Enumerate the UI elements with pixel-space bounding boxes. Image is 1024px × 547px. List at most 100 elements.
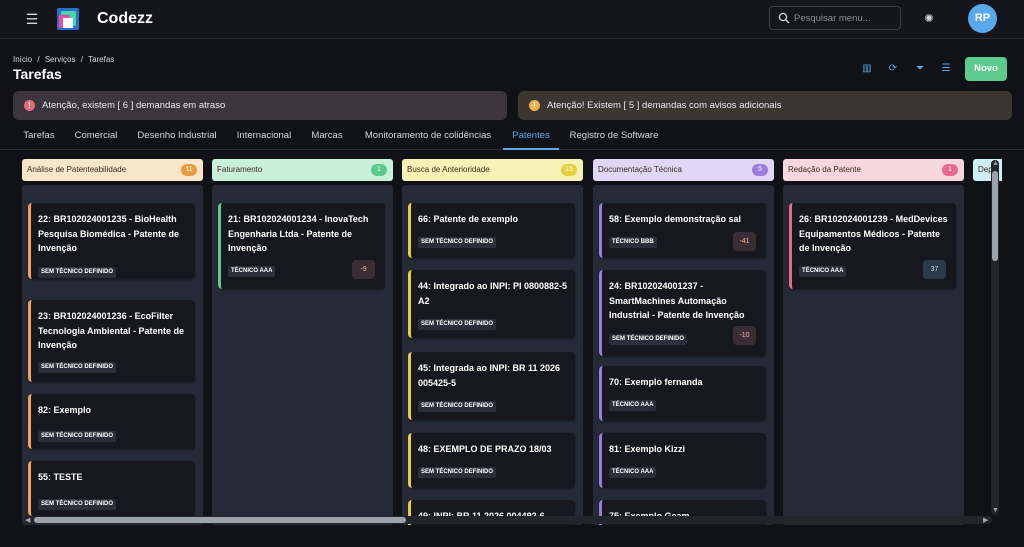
book-view-icon[interactable]: ▥: [860, 62, 874, 76]
task-card[interactable]: 22: BR102024001235 - BioHealth Pesquisa …: [28, 203, 195, 279]
codezz-logo-icon: [57, 8, 79, 30]
column-title: Documentação Técnica: [598, 165, 682, 174]
breadcrumb-item: Tarefas: [88, 55, 115, 64]
column-count-badge: 15: [561, 164, 577, 176]
technician-tag: TÉCNICO AAA: [609, 467, 657, 478]
task-card[interactable]: 58: Exemplo demonstração sal TÉCNICO BBB -…: [599, 203, 766, 258]
kanban-column: Busca de Anterioridade 15 66: Patente de e…: [402, 157, 583, 525]
alert-text: Atenção! Existem [ 5 ] demandas com avis…: [547, 100, 782, 111]
filter-icon[interactable]: ⏷: [913, 62, 927, 76]
technician-tag: SEM TÉCNICO DEFINIDO: [418, 237, 497, 248]
tab-patentes[interactable]: Patentes: [503, 126, 559, 150]
column-header[interactable]: Redação da Patente 1: [783, 159, 964, 181]
task-card-title: 21: BR102024001234 - InovaTech Engenhari…: [228, 214, 369, 253]
column-body: 22: BR102024001235 - BioHealth Pesquisa …: [22, 185, 203, 525]
search-box[interactable]: [769, 6, 901, 30]
alert-circle-icon: !: [24, 100, 35, 111]
task-card-title: 22: BR102024001235 - BioHealth Pesquisa …: [38, 214, 180, 253]
breadcrumb-item[interactable]: Início: [13, 55, 32, 64]
scroll-right-arrow-icon[interactable]: ▶: [983, 517, 988, 525]
tab-comercial[interactable]: Comercial: [65, 126, 127, 150]
task-card[interactable]: 48: EXEMPLO DE PRAZO 18/03 SEM TÉCNICO DE…: [408, 433, 575, 488]
task-card[interactable]: 70: Exemplo fernanda TÉCNICO AAA: [599, 366, 766, 421]
days-remaining-badge: -41: [733, 232, 756, 251]
kanban-column: Faturamento 1 21: BR102024001234 - InovaTe…: [212, 157, 393, 525]
tab-internacional[interactable]: Internacional: [227, 126, 301, 150]
days-remaining-badge: -9: [352, 260, 375, 279]
user-avatar[interactable]: RP: [968, 4, 997, 33]
technician-tag: SEM TÉCNICO DEFINIDO: [38, 362, 117, 373]
task-card[interactable]: 24: BR102024001237 - SmartMachines Autom…: [599, 270, 766, 356]
new-button[interactable]: Novo: [965, 57, 1007, 81]
scroll-down-arrow-icon[interactable]: ▼: [992, 507, 999, 515]
technician-tag: SEM TÉCNICO DEFINIDO: [38, 431, 117, 442]
alert-circle-icon: !: [529, 100, 540, 111]
technician-tag: SEM TÉCNICO DEFINIDO: [418, 401, 497, 412]
technician-tag: TÉCNICO AAA: [228, 266, 276, 277]
list-view-icon[interactable]: ☰: [939, 62, 953, 76]
technician-tag: TÉCNICO AAA: [799, 266, 847, 277]
horizontal-scrollbar[interactable]: [24, 516, 992, 524]
kanban-column: Análise de Patenteabilidade 11 22: BR10202…: [22, 157, 203, 525]
task-card-title: 70: Exemplo fernanda: [609, 377, 703, 387]
breadcrumb-separator: /: [37, 55, 40, 64]
top-bar: ☰ Codezz ✺ RP: [0, 0, 1024, 39]
vertical-scrollbar[interactable]: [991, 160, 999, 515]
task-card[interactable]: 26: BR102024001239 - MedDevices Equipame…: [789, 203, 956, 289]
task-card-title: 23: BR102024001236 - EcoFilter Tecnologi…: [38, 311, 185, 350]
task-card[interactable]: 82: Exemplo SEM TÉCNICO DEFINIDO: [28, 394, 195, 449]
task-card[interactable]: 66: Patente de exemplo SEM TÉCNICO DEFINI…: [408, 203, 575, 258]
page-title: Tarefas: [13, 66, 62, 82]
column-count-badge: 1: [371, 164, 387, 176]
column-header[interactable]: Faturamento 1: [212, 159, 393, 181]
column-title: Faturamento: [217, 165, 263, 174]
column-header[interactable]: Busca de Anterioridade 15: [402, 159, 583, 181]
kanban-column: Documentação Técnica 5 58: Exemplo demonst…: [593, 157, 774, 525]
theme-toggle-sun-icon[interactable]: ✺: [922, 12, 936, 26]
tab-desenho-industrial[interactable]: Desenho Industrial: [127, 126, 227, 150]
tab-marcas[interactable]: Marcas: [301, 126, 353, 150]
hamburger-menu-icon[interactable]: ☰: [24, 11, 40, 27]
task-card-title: 48: EXEMPLO DE PRAZO 18/03: [418, 444, 552, 454]
task-card[interactable]: 45: Integrada ao INPI: BR 11 2026 005425…: [408, 352, 575, 420]
tab-registro-software[interactable]: Registro de Software: [559, 126, 669, 150]
column-header[interactable]: Documentação Técnica 5: [593, 159, 774, 181]
task-card[interactable]: 81: Exemplo Kizzi TÉCNICO AAA: [599, 433, 766, 488]
kanban-board: Análise de Patenteabilidade 11 22: BR10202…: [13, 152, 1002, 525]
days-remaining-badge: -10: [733, 326, 756, 345]
tab-bar: Tarefas Comercial Desenho Industrial Int…: [0, 126, 1024, 150]
search-input[interactable]: [794, 10, 898, 26]
task-card[interactable]: 44: Integrado ao INPI: PI 0800882-5 A2 SE…: [408, 270, 575, 338]
task-card-title: 44: Integrado ao INPI: PI 0800882-5 A2: [418, 281, 568, 306]
breadcrumb: Início / Serviços / Tarefas: [13, 55, 117, 64]
technician-tag: SEM TÉCNICO DEFINIDO: [418, 467, 497, 478]
task-card[interactable]: 55: TESTE SEM TÉCNICO DEFINIDO: [28, 461, 195, 516]
technician-tag: SEM TÉCNICO DEFINIDO: [418, 319, 497, 330]
task-card[interactable]: 21: BR102024001234 - InovaTech Engenhari…: [218, 203, 385, 289]
scroll-thumb[interactable]: [992, 171, 998, 261]
breadcrumb-item[interactable]: Serviços: [45, 55, 76, 64]
alert-text: Atenção, existem [ 6 ] demandas em atras…: [42, 100, 226, 111]
technician-tag: SEM TÉCNICO DEFINIDO: [38, 499, 117, 510]
column-header[interactable]: Análise de Patenteabilidade 11: [22, 159, 203, 181]
task-card-title: 82: Exemplo: [38, 405, 92, 415]
task-card-title: 45: Integrada ao INPI: BR 11 2026 005425…: [418, 363, 561, 388]
column-body: 66: Patente de exemplo SEM TÉCNICO DEFINI…: [402, 185, 583, 525]
tab-monitoramento[interactable]: Monitoramento de colidências: [353, 126, 503, 150]
column-count-badge: 11: [181, 164, 197, 176]
app-name: Codezz: [97, 10, 153, 27]
tab-tarefas[interactable]: Tarefas: [13, 126, 65, 150]
breadcrumb-separator: /: [80, 55, 83, 64]
kanban-column: Redação da Patente 1 26: BR102024001239 - …: [783, 157, 964, 525]
column-body: 58: Exemplo demonstração sal TÉCNICO BBB -…: [593, 185, 774, 525]
task-card-title: 55: TESTE: [38, 472, 83, 482]
scroll-left-arrow-icon[interactable]: ◀: [25, 517, 30, 525]
column-title: Análise de Patenteabilidade: [27, 165, 127, 174]
task-card[interactable]: 23: BR102024001236 - EcoFilter Tecnologi…: [28, 300, 195, 382]
column-body: 21: BR102024001234 - InovaTech Engenhari…: [212, 185, 393, 525]
refresh-icon[interactable]: ⟳: [886, 62, 900, 76]
scroll-thumb[interactable]: [34, 517, 406, 523]
column-count-badge: 1: [942, 164, 958, 176]
scroll-up-arrow-icon[interactable]: ▲: [992, 160, 999, 168]
warnings-alert: ! Atenção! Existem [ 5 ] demandas com av…: [518, 91, 1012, 120]
